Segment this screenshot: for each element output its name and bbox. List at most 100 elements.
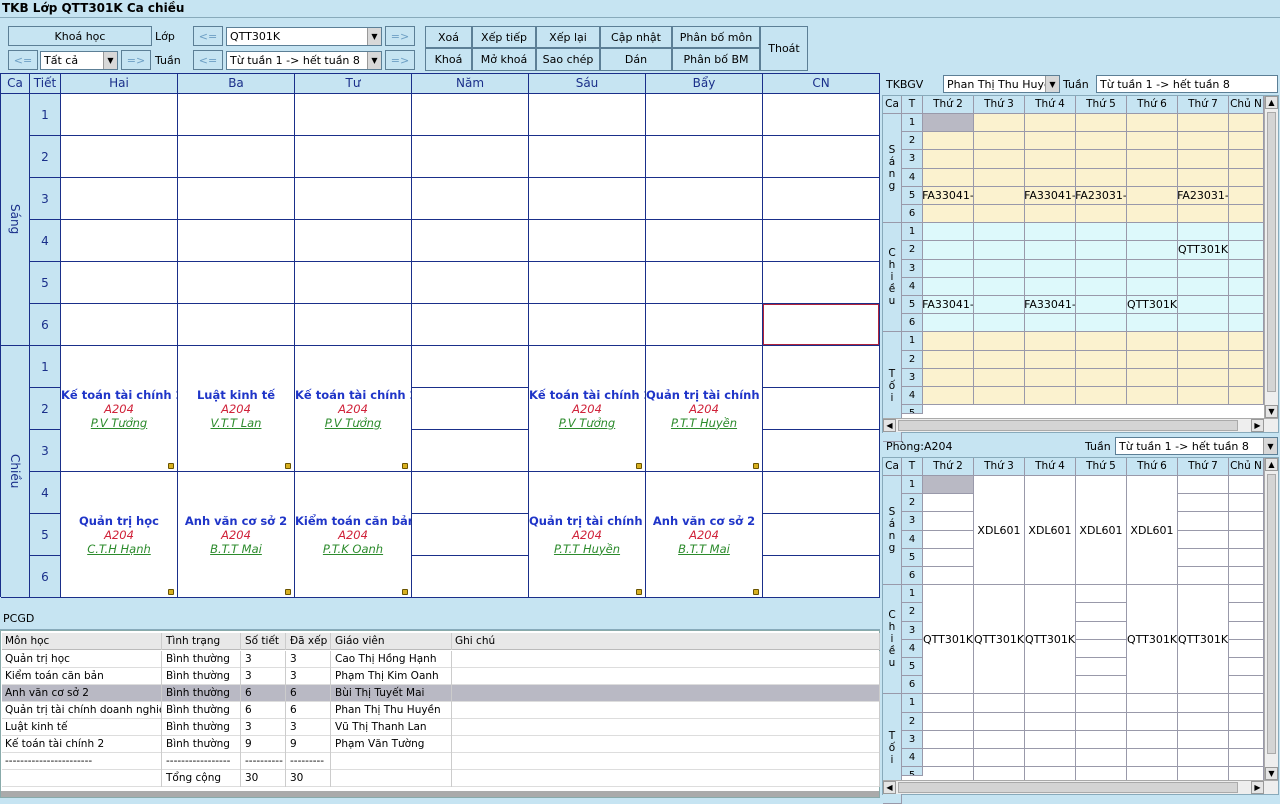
- slot-cell[interactable]: [1229, 730, 1264, 749]
- slot-cell[interactable]: [974, 150, 1025, 169]
- slot-cell[interactable]: [1076, 350, 1127, 369]
- slot-cell[interactable]: [1127, 114, 1178, 133]
- slot-cell[interactable]: [412, 430, 529, 472]
- khoa-button[interactable]: Khoá: [425, 48, 472, 71]
- slot-cell[interactable]: [1076, 205, 1127, 224]
- slot-cell[interactable]: [412, 220, 529, 262]
- slot-cell[interactable]: [1178, 168, 1229, 187]
- slot-cell[interactable]: [1229, 567, 1264, 586]
- slot-cell[interactable]: [974, 132, 1025, 151]
- scroll-thumb[interactable]: [898, 782, 1238, 793]
- slot-cell[interactable]: [1127, 368, 1178, 387]
- slot-cell[interactable]: [646, 178, 763, 220]
- pcgd-row[interactable]: Kiểm toán căn bản Bình thường 3 3 Phạm Thị K…: [2, 668, 880, 685]
- slot-cell[interactable]: [1127, 168, 1178, 187]
- slot-cell[interactable]: [763, 94, 880, 136]
- slot-cell[interactable]: [974, 314, 1025, 333]
- slot-cell[interactable]: [923, 494, 974, 513]
- slot-cell[interactable]: [1127, 314, 1178, 333]
- slot-cell[interactable]: [1229, 639, 1264, 658]
- slot-cell[interactable]: [646, 262, 763, 304]
- slot-cell[interactable]: [1178, 114, 1229, 133]
- xep-tiep-button[interactable]: Xếp tiếp: [472, 26, 536, 48]
- room-slot[interactable]: XDL601: [1076, 476, 1127, 586]
- slot-cell[interactable]: [1178, 712, 1229, 731]
- slot-cell[interactable]: [974, 368, 1025, 387]
- slot-cell[interactable]: [1127, 694, 1178, 713]
- scroll-thumb[interactable]: [898, 420, 1238, 431]
- slot-cell[interactable]: [763, 136, 880, 178]
- scroll-right-icon[interactable]: ▶: [1251, 419, 1264, 432]
- lesson-block[interactable]: Anh văn cơ sở 2 A204 B.T.T Mai: [178, 472, 295, 598]
- pcgd-column-header[interactable]: Tình trạng: [163, 633, 241, 650]
- slot-cell[interactable]: [974, 259, 1025, 278]
- slot-cell[interactable]: [763, 514, 880, 556]
- teacher-slot[interactable]: FA33041-: [1025, 296, 1076, 315]
- slot-cell[interactable]: [923, 168, 974, 187]
- lesson-teacher[interactable]: P.T.T Huyền: [554, 542, 620, 556]
- slot-cell[interactable]: [923, 132, 974, 151]
- slot-cell[interactable]: [1127, 332, 1178, 351]
- chevron-down-icon[interactable]: ▼: [1045, 76, 1059, 92]
- slot-cell[interactable]: [1076, 387, 1127, 406]
- scroll-thumb[interactable]: [1267, 474, 1276, 754]
- lesson-teacher[interactable]: B.T.T Mai: [678, 542, 730, 556]
- lesson-block[interactable]: Anh văn cơ sở 2 A204 B.T.T Mai: [646, 472, 763, 598]
- slot-cell[interactable]: [1127, 350, 1178, 369]
- slot-cell[interactable]: [1025, 332, 1076, 351]
- slot-cell[interactable]: [923, 694, 974, 713]
- slot-cell[interactable]: [1127, 205, 1178, 224]
- slot-cell[interactable]: [1229, 241, 1264, 260]
- slot-cell[interactable]: [1076, 621, 1127, 640]
- slot-cell[interactable]: [923, 259, 974, 278]
- room-slot[interactable]: QTT301K: [974, 585, 1025, 695]
- slot-cell[interactable]: [1229, 548, 1264, 567]
- lesson-teacher[interactable]: P.V Tưởng: [325, 416, 381, 430]
- slot-cell[interactable]: [1229, 494, 1264, 513]
- lesson-teacher[interactable]: V.T.T Lan: [211, 416, 262, 430]
- slot-cell[interactable]: [974, 712, 1025, 731]
- slot-cell[interactable]: [923, 530, 974, 549]
- pcgd-column-header[interactable]: Giáo viên: [332, 633, 452, 650]
- slot-cell[interactable]: [1076, 132, 1127, 151]
- chevron-down-icon[interactable]: ▼: [1263, 438, 1277, 454]
- pcgd-row[interactable]: Quản trị học Bình thường 3 3 Cao Thị Hồng Hạ…: [2, 651, 880, 668]
- slot-cell[interactable]: [923, 332, 974, 351]
- phan-bo-mon-button[interactable]: Phân bố môn: [672, 26, 760, 48]
- lesson-teacher[interactable]: P.T.T Huyền: [671, 416, 737, 430]
- slot-cell[interactable]: [412, 388, 529, 430]
- dan-button[interactable]: Dán: [600, 48, 672, 71]
- teacher-slot[interactable]: FA23031-: [1178, 186, 1229, 205]
- slot-cell[interactable]: [1178, 512, 1229, 531]
- lesson-teacher[interactable]: B.T.T Mai: [210, 542, 262, 556]
- slot-cell[interactable]: [1229, 749, 1264, 768]
- khoahoc-prev-button[interactable]: <=: [8, 50, 38, 70]
- xoa-button[interactable]: Xoá: [425, 26, 472, 48]
- slot-cell[interactable]: [1127, 712, 1178, 731]
- room-slot[interactable]: QTT301K: [1025, 585, 1076, 695]
- slot-cell[interactable]: [1025, 277, 1076, 296]
- slot-cell[interactable]: [1178, 223, 1229, 242]
- chevron-down-icon[interactable]: ▼: [367, 28, 381, 45]
- slot-cell[interactable]: [295, 304, 412, 346]
- pcgd-column-header[interactable]: Ghi chú: [452, 633, 880, 650]
- slot-cell[interactable]: [1229, 603, 1264, 622]
- room-slot[interactable]: XDL601: [1127, 476, 1178, 586]
- lesson-block[interactable]: Kế toán tài chính 2 A204 P.V Tưởng: [61, 346, 178, 472]
- slot-cell[interactable]: [974, 277, 1025, 296]
- pcgd-row[interactable]: Anh văn cơ sở 2 Bình thường 6 6 Bùi Thị Tuyế…: [2, 685, 880, 702]
- slot-cell[interactable]: [763, 556, 880, 598]
- slot-cell[interactable]: [1229, 621, 1264, 640]
- vertical-scrollbar[interactable]: ▲ ▼: [1264, 458, 1278, 780]
- slot-cell[interactable]: [923, 314, 974, 333]
- slot-cell[interactable]: [1076, 603, 1127, 622]
- teacher-slot[interactable]: FA23031-: [1076, 186, 1127, 205]
- slot-cell[interactable]: [1229, 168, 1264, 187]
- cap-nhat-button[interactable]: Cập nhật: [600, 26, 672, 48]
- slot-cell[interactable]: [923, 114, 974, 133]
- slot-cell[interactable]: [974, 168, 1025, 187]
- slot-cell[interactable]: [1076, 585, 1127, 604]
- slot-cell[interactable]: [61, 304, 178, 346]
- thoat-button[interactable]: Thoát: [760, 26, 808, 71]
- slot-cell[interactable]: [1076, 368, 1127, 387]
